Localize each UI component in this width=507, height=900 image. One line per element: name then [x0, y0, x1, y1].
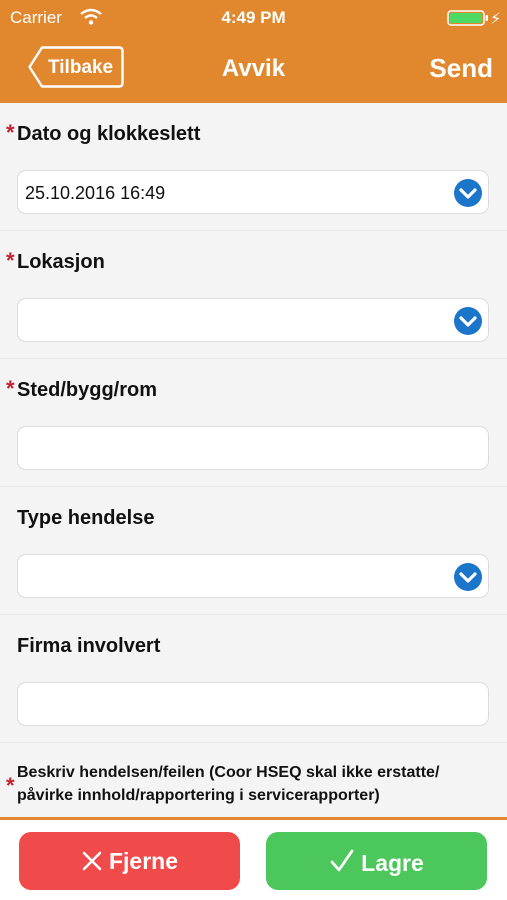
date-time-value: 25.10.2016 16:49 [25, 183, 166, 203]
remove-button[interactable]: Fjerne [19, 832, 240, 890]
field-label: Beskriv hendelsen/feilen (Coor HSEQ skal… [17, 764, 440, 804]
required-marker: * [6, 120, 15, 145]
event-type-select[interactable] [17, 554, 489, 598]
field-location: * Lokasjon [0, 231, 507, 359]
required-marker: * [6, 773, 15, 798]
charging-bolt-icon: ⚡ [490, 11, 502, 28]
field-place: * Sted/bygg/rom [0, 359, 507, 487]
status-bar: Carrier 4:49 PM ⚡ [0, 0, 507, 36]
field-label: Lokasjon [17, 251, 105, 273]
deviation-form: * Dato og klokkeslett 25.10.2016 16:49 *… [0, 103, 507, 817]
required-marker: * [6, 248, 15, 273]
bottom-action-bar: Fjerne Lagre [0, 817, 507, 900]
field-company: Firma involvert [0, 615, 507, 743]
location-select[interactable] [17, 298, 489, 342]
status-time: 4:49 PM [221, 8, 286, 27]
chevron-down-icon [454, 563, 482, 591]
remove-label: Fjerne [108, 848, 179, 874]
place-input[interactable] [17, 426, 489, 470]
close-icon [82, 851, 102, 871]
chevron-down-icon [454, 307, 482, 335]
field-label: Type hendelse [17, 507, 155, 529]
checkmark-icon [330, 849, 354, 872]
send-button[interactable]: Send [429, 53, 493, 84]
field-description: * Beskriv hendelsen/feilen (Coor HSEQ sk… [0, 743, 507, 817]
save-button[interactable]: Lagre [266, 832, 487, 890]
battery-icon [447, 10, 488, 26]
save-label: Lagre [361, 850, 424, 876]
field-event-type: Type hendelse [0, 487, 507, 615]
field-label: Sted/bygg/rom [17, 379, 158, 401]
app-header: Carrier 4:49 PM ⚡ Tilbake Avvik Send [0, 0, 507, 103]
field-label: Firma involvert [17, 635, 161, 657]
chevron-down-icon [454, 179, 482, 207]
company-input[interactable] [17, 682, 489, 726]
required-marker: * [6, 376, 15, 401]
field-label: Dato og klokkeslett [17, 123, 201, 145]
date-time-select[interactable]: 25.10.2016 16:49 [17, 170, 489, 214]
field-date-time: * Dato og klokkeslett 25.10.2016 16:49 [0, 103, 507, 231]
